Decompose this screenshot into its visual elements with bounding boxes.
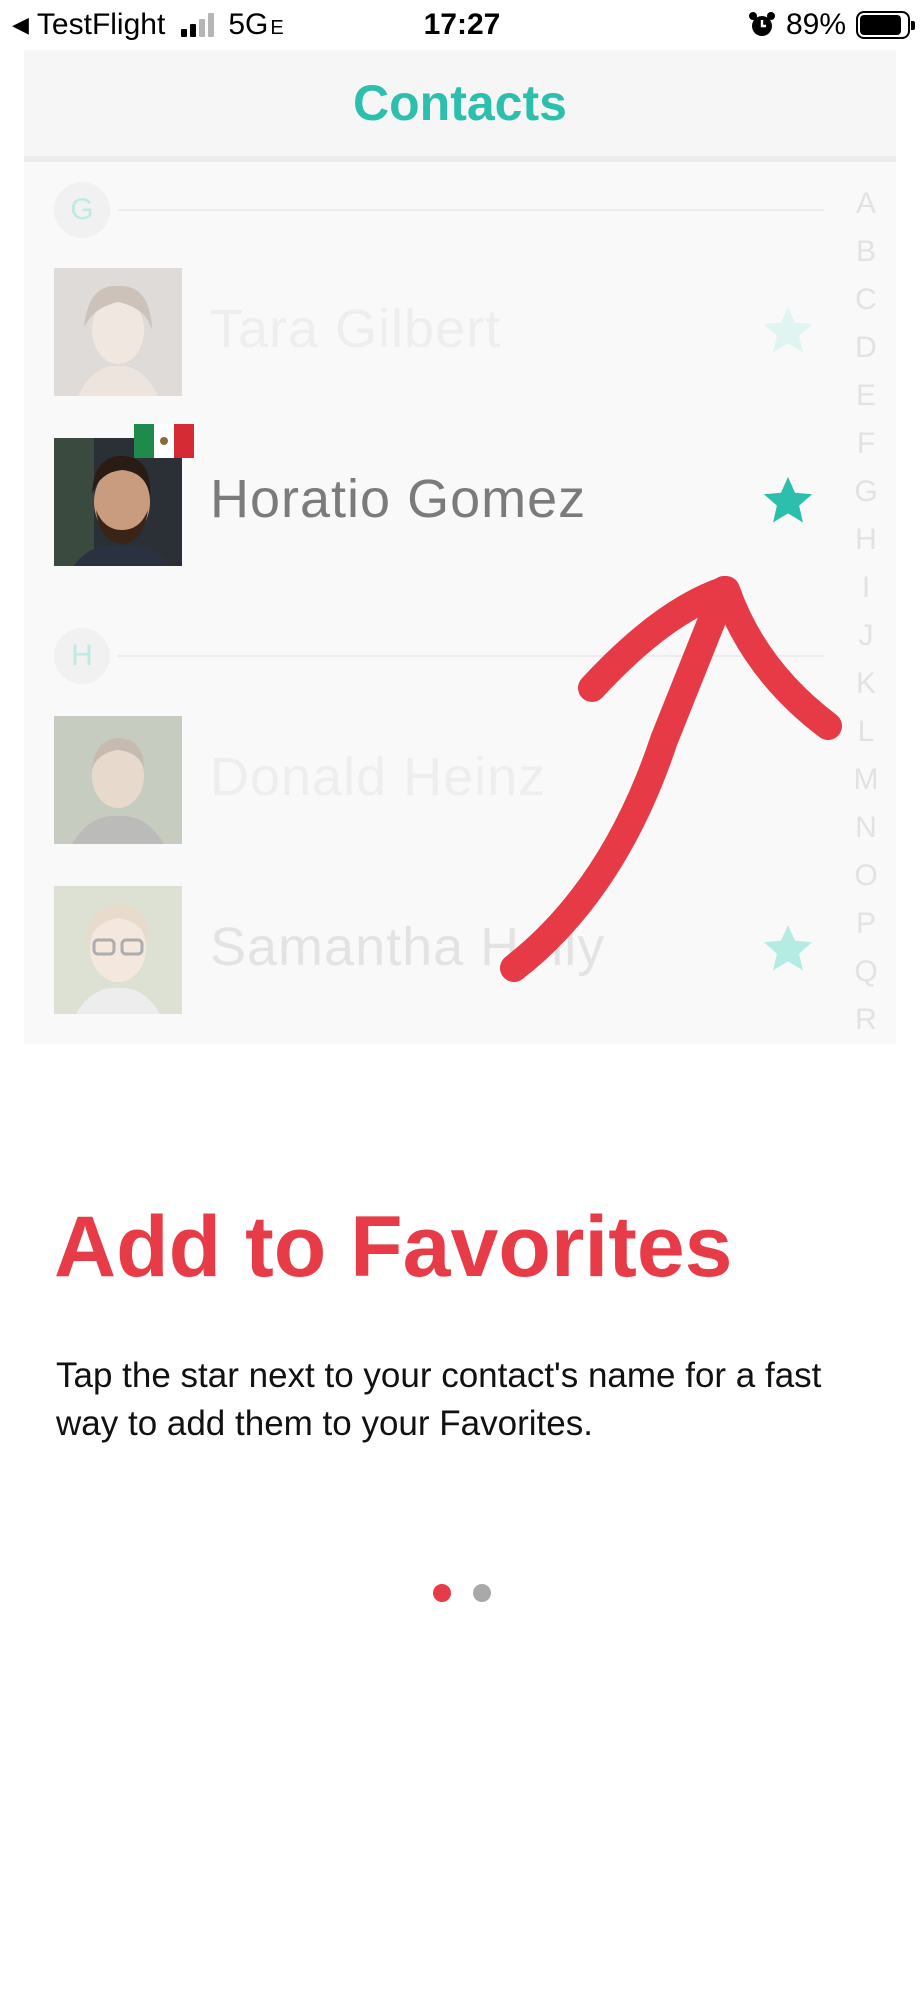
page-dot[interactable]: [473, 1584, 491, 1602]
onboarding-headline: Add to Favorites: [54, 1199, 733, 1295]
page-indicator[interactable]: [0, 1584, 924, 1602]
alarm-icon: [748, 12, 775, 36]
red-arrow-icon: [500, 576, 842, 982]
battery-icon: [856, 11, 915, 39]
status-right: 89%: [748, 8, 915, 42]
battery-fill: [860, 15, 901, 35]
status-bar: ◀ TestFlight 5G E 17:27 89%: [0, 0, 924, 52]
page-dot[interactable]: [433, 1584, 451, 1602]
onboarding-description: Tap the star next to your contact's name…: [56, 1356, 822, 1443]
battery-percent: 89%: [785, 8, 846, 41]
contacts-preview: Contacts G Tara Gilbert Horatio Gomez H …: [24, 50, 896, 1044]
